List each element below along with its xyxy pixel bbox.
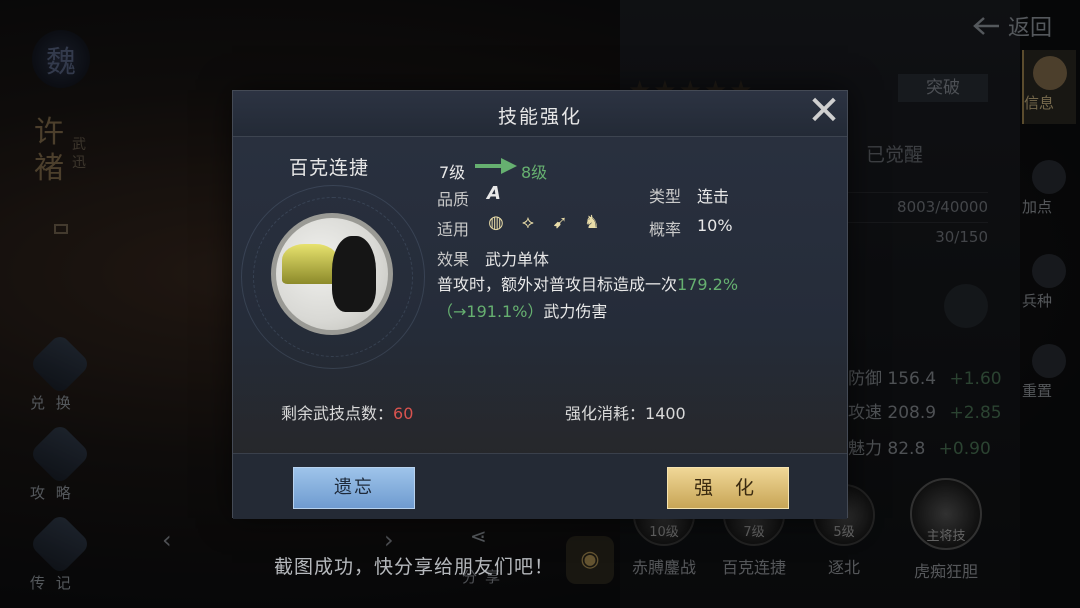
quality-value: A <box>487 183 501 204</box>
chance-value: 10% <box>697 216 733 235</box>
enhance-button[interactable]: 强 化 <box>667 467 789 509</box>
skill-art-warrior <box>332 236 376 312</box>
skill-title: 百克连捷 <box>289 157 370 179</box>
skill-description: 普攻时，额外对普攻目标造成一次179.2% （→191.1%）武力伤害 <box>437 271 817 325</box>
forget-button[interactable]: 遗忘 <box>293 467 415 509</box>
desc-next-percent: （→191.1%） <box>437 302 544 321</box>
applies-label: 适用 <box>437 220 470 239</box>
shield-icon: ◍ <box>488 212 504 233</box>
effect-value: 武力单体 <box>485 250 550 269</box>
type-label: 类型 <box>649 187 682 206</box>
remaining-value: 60 <box>393 404 414 423</box>
skill-enhance-dialog: 技能强化 ✕ 百克连捷 7级 8级 品质 A 类型 连击 适用 ◍ ⟡ ➹ ♞ … <box>232 90 848 519</box>
enhance-cost: 强化消耗：1400 <box>565 400 686 424</box>
cost-value: 1400 <box>645 404 686 423</box>
weapon-icons: ◍ ⟡ ➹ ♞ <box>485 212 603 234</box>
skill-art-tent <box>282 244 338 284</box>
toast-message: 截图成功，快分享给朋友们吧！ <box>274 556 555 578</box>
quality-label: 品质 <box>437 190 470 209</box>
desc-suffix: 武力伤害 <box>543 302 608 321</box>
level-from: 7级 <box>439 163 466 182</box>
chance-label: 概率 <box>649 220 682 239</box>
level-to: 8级 <box>521 163 548 182</box>
dialog-title: 技能强化 <box>497 106 582 128</box>
type-value: 连击 <box>697 187 730 206</box>
effect-label: 效果 <box>437 250 470 269</box>
cost-label: 强化消耗： <box>565 404 646 423</box>
skill-artwork <box>271 213 393 335</box>
horse-icon: ♞ <box>583 212 601 233</box>
spear-icon: ➹ <box>552 212 568 233</box>
remaining-label: 剩余武技点数： <box>281 404 394 423</box>
desc-percent: 179.2% <box>677 275 739 294</box>
bow-icon: ⟡ <box>522 212 534 233</box>
close-icon[interactable]: ✕ <box>801 91 847 135</box>
desc-prefix: 普攻时，额外对普攻目标造成一次 <box>437 275 678 294</box>
arrow-right-icon <box>475 158 517 174</box>
remaining-points: 剩余武技点数：60 <box>281 400 413 424</box>
